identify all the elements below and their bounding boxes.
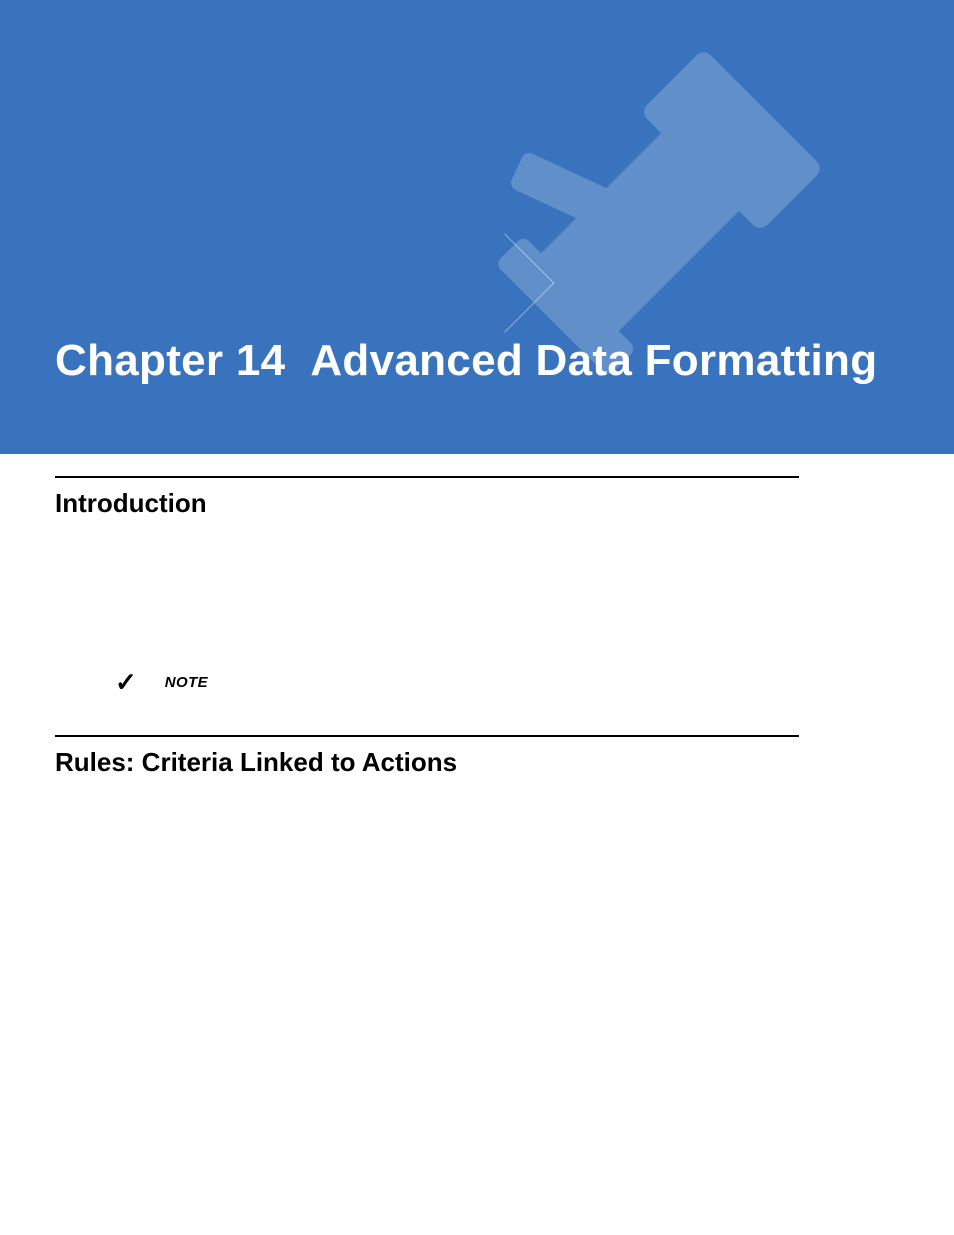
chapter-name: Advanced Data Formatting <box>310 336 877 385</box>
section-heading-introduction: Introduction <box>55 488 799 519</box>
page-content: Introduction ✓ NOTE Rules: Criteria Link… <box>55 476 799 798</box>
chapter-label: Chapter 14 <box>55 336 285 385</box>
chapter-banner: Chapter 14 Advanced Data Formatting <box>0 0 954 454</box>
note-label: NOTE <box>165 674 208 691</box>
section-divider <box>55 476 799 478</box>
section-divider <box>55 735 799 737</box>
checkmark-icon: ✓ <box>115 669 137 695</box>
chapter-title: Chapter 14 Advanced Data Formatting <box>55 336 877 386</box>
note-callout: ✓ NOTE <box>115 669 799 695</box>
document-page: Chapter 14 Advanced Data Formatting Intr… <box>0 0 954 1235</box>
section-heading-rules: Rules: Criteria Linked to Actions <box>55 747 799 778</box>
